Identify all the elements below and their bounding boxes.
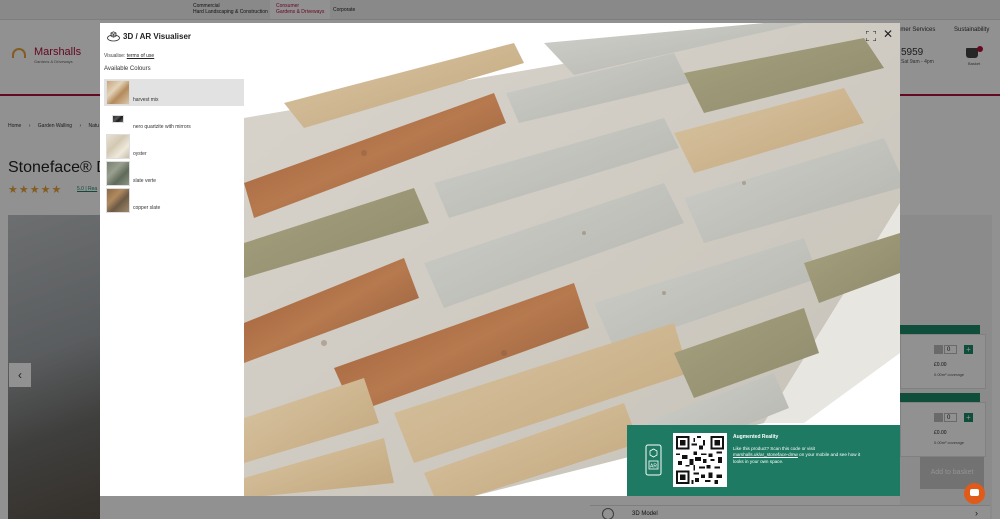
colour-option-oyster[interactable]: oyster (104, 133, 244, 160)
augmented-reality-panel: AR Augmented Reality Like this product? … (627, 425, 900, 496)
available-colours-heading: Available Colours (104, 66, 151, 72)
colour-list: harvest mix nero quartzite with mirrors … (104, 79, 244, 214)
visualiser-modal: 3D / AR Visualiser Visualise: terms of u… (100, 23, 900, 496)
ar-description: Like this product? Scan this code or vis… (733, 446, 893, 465)
visualiser-sidebar: 3D / AR Visualiser Visualise: terms of u… (100, 23, 244, 496)
3d-cube-icon (107, 31, 120, 42)
modal-title: 3D / AR Visualiser (123, 32, 192, 41)
colour-option-slate-verte[interactable]: slate verte (104, 160, 244, 187)
colour-option-copper-slate[interactable]: copper slate (104, 187, 244, 214)
colour-label: oyster (133, 151, 147, 157)
visualise-prefix: Visualise: (104, 53, 126, 59)
ar-badge-text: AR (650, 464, 657, 470)
colour-label: copper slate (133, 205, 161, 211)
colour-swatch (106, 188, 130, 213)
ar-phone-icon: AR (645, 444, 662, 476)
chat-button[interactable] (964, 483, 985, 504)
colour-label: harvest mix (133, 97, 159, 103)
colour-swatch (106, 134, 130, 159)
colour-swatch (106, 80, 130, 105)
colour-option-nero-quartzite[interactable]: nero quartzite with mirrors (104, 106, 244, 133)
colour-label: nero quartzite with mirrors (133, 124, 191, 130)
colour-swatch (106, 161, 130, 186)
ar-line-3: looks in your own space. (733, 458, 784, 464)
ar-visit-link[interactable]: marshalls.uk/ar_stoneface-dmw (733, 452, 798, 457)
qr-code (673, 433, 727, 487)
colour-label: slate verte (133, 178, 157, 184)
colour-swatch (112, 115, 124, 123)
close-icon[interactable]: ✕ (883, 28, 893, 40)
ar-line-2-text: on your mobile and see how it (799, 452, 861, 458)
colour-option-harvest-mix[interactable]: harvest mix (104, 79, 244, 106)
terms-of-use-link[interactable]: terms of use (127, 53, 155, 59)
visualise-terms-line: Visualise: terms of use (104, 53, 154, 59)
fullscreen-icon[interactable] (866, 31, 876, 41)
ar-title: Augmented Reality (733, 434, 779, 440)
